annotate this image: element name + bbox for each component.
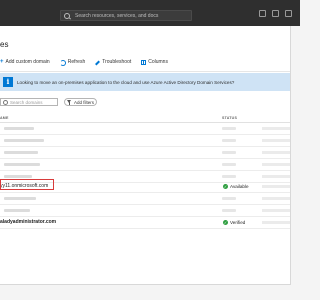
global-search-input[interactable]: Search resources, services, and docs — [60, 10, 192, 21]
redacted-detail — [262, 175, 290, 178]
highlight-box — [0, 179, 54, 190]
domains-panel: es + Add custom domain Refresh Troublesh… — [0, 26, 291, 285]
redacted-status — [222, 197, 236, 200]
redacted-detail — [262, 139, 290, 142]
redacted-domain — [4, 127, 34, 130]
status-text: Verified — [230, 220, 246, 225]
domain-name-link[interactable]: aladyadministrator.com — [0, 219, 56, 226]
redacted-detail — [262, 197, 290, 200]
check-icon: ✓ — [223, 220, 228, 225]
redacted-domain — [4, 197, 36, 200]
redacted-domain — [4, 175, 32, 178]
status-text: Available — [230, 184, 249, 189]
add-custom-domain-button[interactable]: + Add custom domain — [0, 57, 50, 68]
top-bar-icons — [259, 10, 292, 17]
table-row-redacted[interactable] — [0, 193, 290, 205]
toolbar-divider — [0, 71, 290, 72]
add-filters-label: Add filters — [74, 100, 95, 105]
top-bar: Search resources, services, and docs — [0, 0, 300, 26]
redacted-detail — [262, 127, 290, 130]
redacted-status — [222, 209, 236, 212]
redacted-domain — [4, 163, 40, 166]
status-cell: ✓ Available — [223, 183, 249, 190]
toolbar: + Add custom domain Refresh Troubleshoot… — [0, 57, 290, 68]
table-row-redacted[interactable] — [0, 159, 290, 171]
domain-search-placeholder: Search domains — [10, 100, 43, 105]
check-icon: ✓ — [223, 184, 228, 189]
columns-label: Columns — [148, 59, 168, 65]
wrench-icon — [95, 60, 101, 65]
redacted-detail — [262, 209, 290, 212]
table-row-redacted[interactable] — [0, 205, 290, 217]
redacted-detail — [262, 163, 290, 166]
search-icon — [3, 100, 8, 105]
redacted-status — [222, 163, 236, 166]
refresh-label: Refresh — [67, 59, 86, 65]
help-icon[interactable] — [285, 10, 292, 17]
redacted-detail — [262, 151, 290, 154]
troubleshoot-label: Troubleshoot — [102, 59, 132, 65]
redacted-domain — [4, 151, 38, 154]
table-row-redacted[interactable] — [0, 123, 290, 135]
domain-search-input[interactable]: Search domains — [0, 98, 58, 106]
add-custom-domain-label: Add custom domain — [5, 59, 50, 65]
columns-icon — [141, 60, 147, 65]
redacted-domain — [4, 209, 30, 212]
info-icon: i — [3, 77, 13, 87]
plus-icon: + — [0, 59, 4, 65]
info-banner[interactable]: i Looking to move an on-premises applica… — [0, 73, 290, 91]
redacted-status — [222, 127, 236, 130]
settings-icon[interactable] — [272, 10, 279, 17]
redacted-detail — [262, 185, 290, 188]
column-header-status[interactable]: STATUS — [222, 116, 237, 120]
columns-button[interactable]: Columns — [141, 57, 168, 68]
refresh-button[interactable]: Refresh — [59, 57, 86, 68]
status-cell: ✓ Verified — [223, 219, 245, 226]
table-row[interactable]: aladyadministrator.com ✓ Verified — [0, 217, 290, 229]
search-icon — [64, 13, 70, 19]
column-header-name[interactable]: AME — [0, 116, 9, 120]
table-row-redacted[interactable] — [0, 135, 290, 147]
refresh-icon — [59, 59, 66, 66]
redacted-status — [222, 139, 236, 142]
redacted-status — [222, 151, 236, 154]
add-filters-button[interactable]: Add filters — [64, 98, 97, 106]
table-row-redacted[interactable] — [0, 147, 290, 159]
page-title: es — [0, 40, 9, 49]
troubleshoot-button[interactable]: Troubleshoot — [95, 57, 131, 68]
redacted-detail — [262, 221, 290, 224]
global-search-placeholder: Search resources, services, and docs — [75, 13, 159, 19]
filter-icon — [67, 100, 72, 105]
redacted-domain — [4, 139, 44, 142]
redacted-status — [222, 175, 236, 178]
info-banner-text: Looking to move an on-premises applicati… — [17, 79, 235, 85]
notifications-icon[interactable] — [259, 10, 266, 17]
